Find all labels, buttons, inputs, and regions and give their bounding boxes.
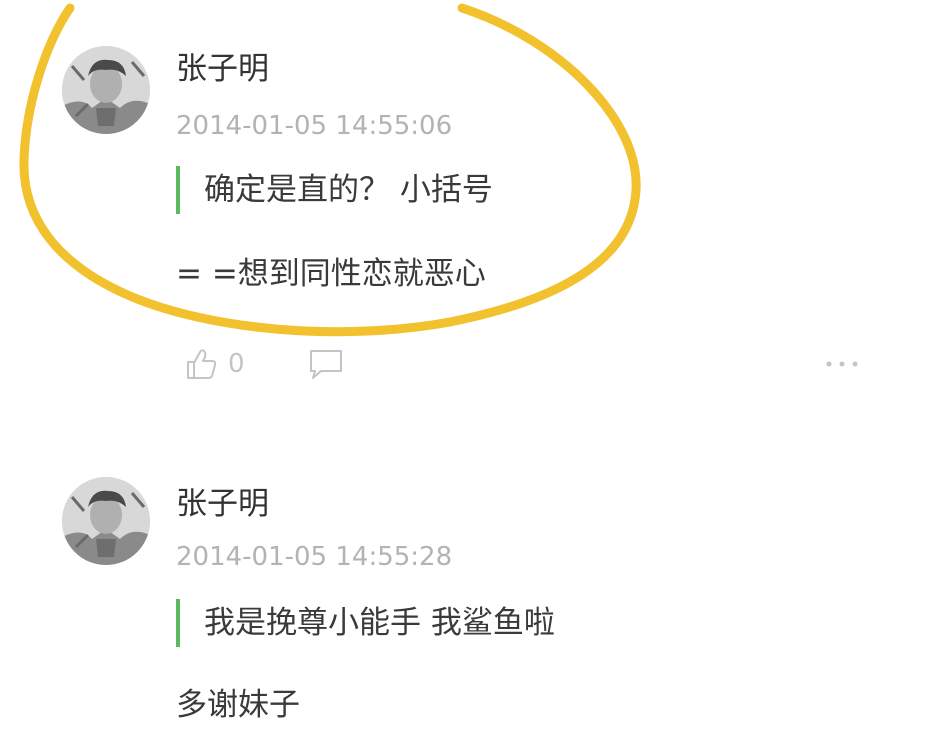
- username[interactable]: 张子明: [176, 485, 269, 523]
- quoted-text: 我是挽尊小能手 我鲨鱼啦: [204, 605, 555, 641]
- avatar[interactable]: [62, 477, 150, 565]
- avatar[interactable]: [62, 46, 150, 134]
- comment-thread: 张子明 2014-01-05 14:55:06 确定是直的？ 小括号 = =想到…: [0, 0, 936, 729]
- avatar-image: [62, 46, 150, 134]
- quote-bar: [176, 599, 180, 647]
- reply-text: = =想到同性恋就恶心: [176, 256, 486, 292]
- reply-button[interactable]: [307, 347, 345, 381]
- like-count: 0: [228, 349, 245, 379]
- timestamp: 2014-01-05 14:55:06: [176, 111, 453, 141]
- quote-bar: [176, 166, 180, 214]
- username[interactable]: 张子明: [176, 50, 269, 88]
- quoted-text: 确定是直的？ 小括号: [204, 172, 493, 208]
- quoted-comment: 我是挽尊小能手 我鲨鱼啦: [176, 599, 555, 647]
- timestamp: 2014-01-05 14:55:28: [176, 542, 453, 572]
- quoted-comment: 确定是直的？ 小括号: [176, 166, 493, 214]
- more-button[interactable]: [820, 350, 864, 378]
- comment-actions: 0: [184, 342, 345, 386]
- avatar-image: [62, 477, 150, 565]
- more-dots-icon: [826, 361, 858, 367]
- reply-text: 多谢妹子: [176, 687, 300, 723]
- thumbs-up-icon: [187, 349, 217, 379]
- comment-item: 张子明 2014-01-05 14:55:28 我是挽尊小能手 我鲨鱼啦 多谢妹…: [0, 465, 936, 729]
- speech-bubble-icon: [309, 350, 342, 379]
- comment-item: 张子明 2014-01-05 14:55:06 确定是直的？ 小括号 = =想到…: [0, 0, 936, 420]
- like-button[interactable]: 0: [184, 346, 245, 382]
